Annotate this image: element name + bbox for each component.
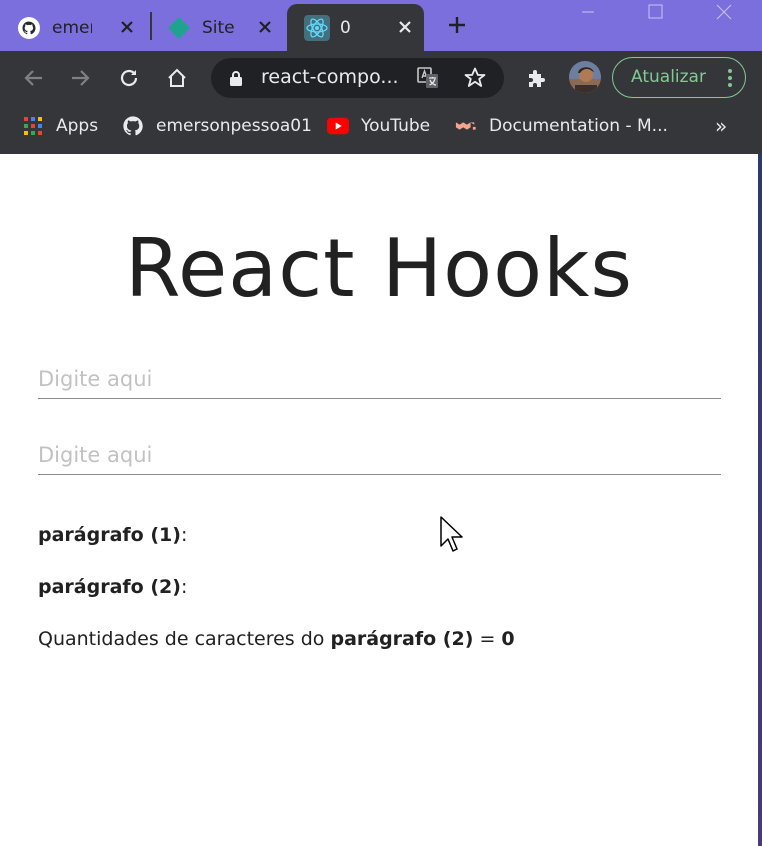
extensions-puzzle-icon[interactable] <box>522 63 552 93</box>
react-icon <box>304 14 330 41</box>
mui-icon <box>455 115 477 137</box>
tab-title: Site c <box>202 17 240 38</box>
paragraph-1-label: parágrafo (1) <box>38 524 181 546</box>
close-icon[interactable] <box>254 16 276 38</box>
browser-toolbar: react-compo... Atualizar <box>0 51 762 104</box>
home-icon[interactable] <box>162 63 192 93</box>
bookmark-documentation[interactable]: Documentation - M... <box>455 104 668 148</box>
paragraph-1-output: parágrafo (1): <box>38 524 187 546</box>
bookmark-label: Apps <box>56 116 99 136</box>
character-count: Quantidades de caracteres do parágrafo (… <box>38 628 515 650</box>
address-bar[interactable]: react-compo... <box>211 58 504 98</box>
tab-separator <box>150 12 152 40</box>
url-text[interactable]: react-compo... <box>261 66 399 88</box>
count-value: 0 <box>501 628 515 650</box>
count-prefix: Quantidades de caracteres do <box>38 628 331 650</box>
tab-strip: emer Site c 0 <box>0 0 762 51</box>
lock-icon[interactable] <box>229 70 243 90</box>
profile-avatar[interactable] <box>569 61 601 93</box>
page-title: React Hooks <box>124 222 634 315</box>
youtube-icon <box>327 115 349 137</box>
paragraph-2-label: parágrafo (2) <box>38 576 181 598</box>
tab-site[interactable]: Site c <box>166 4 284 51</box>
close-icon[interactable] <box>116 16 138 38</box>
bookmark-emersonpessoa01[interactable]: emersonpessoa01 <box>122 104 312 148</box>
paragraph-1-suffix: : <box>180 524 188 546</box>
tab-title: emer <box>52 17 92 38</box>
count-label: parágrafo (2) <box>330 628 474 650</box>
paragraph-1-input[interactable] <box>38 359 721 399</box>
update-button[interactable]: Atualizar <box>612 57 746 98</box>
back-arrow-icon[interactable] <box>18 63 48 93</box>
bookmark-label: Documentation - M... <box>489 116 668 136</box>
bookmark-label: YouTube <box>361 116 431 136</box>
tab-title: 0 <box>340 17 351 38</box>
mouse-pointer-icon <box>440 516 464 558</box>
more-bookmarks-chevron-icon[interactable]: » <box>715 114 727 138</box>
new-tab-button[interactable] <box>443 11 471 39</box>
bookmark-youtube[interactable]: YouTube <box>327 104 430 148</box>
window-edge <box>758 154 762 846</box>
minimize-icon[interactable] <box>568 0 608 24</box>
update-label: Atualizar <box>631 67 706 87</box>
github-icon <box>122 115 144 137</box>
bookmark-star-icon[interactable] <box>463 66 487 94</box>
paragraph-2-output: parágrafo (2): <box>38 576 187 598</box>
translate-icon[interactable] <box>416 66 440 94</box>
close-icon[interactable] <box>394 16 416 38</box>
reload-icon[interactable] <box>114 63 144 93</box>
apps-grid-icon <box>22 115 44 137</box>
window-close-icon[interactable] <box>704 0 744 24</box>
tab-react-active[interactable]: 0 <box>287 4 424 51</box>
bookmarks-bar: Apps emersonpessoa01 YouTube Documentati… <box>0 104 762 154</box>
tab-github[interactable]: emer <box>16 4 146 51</box>
bookmark-apps[interactable]: Apps <box>22 104 98 148</box>
bookmark-label: emersonpessoa01 <box>156 116 312 136</box>
maximize-icon[interactable] <box>636 0 676 24</box>
github-icon <box>16 15 42 41</box>
page-content: React Hooks parágrafo (1): parágrafo (2)… <box>0 154 758 846</box>
count-equals: = <box>473 628 502 650</box>
paragraph-2-input[interactable] <box>38 435 721 475</box>
site-diamond-icon <box>166 15 192 41</box>
menu-dots-icon[interactable] <box>727 68 733 92</box>
paragraph-2-suffix: : <box>180 576 188 598</box>
forward-arrow-icon[interactable] <box>66 63 96 93</box>
